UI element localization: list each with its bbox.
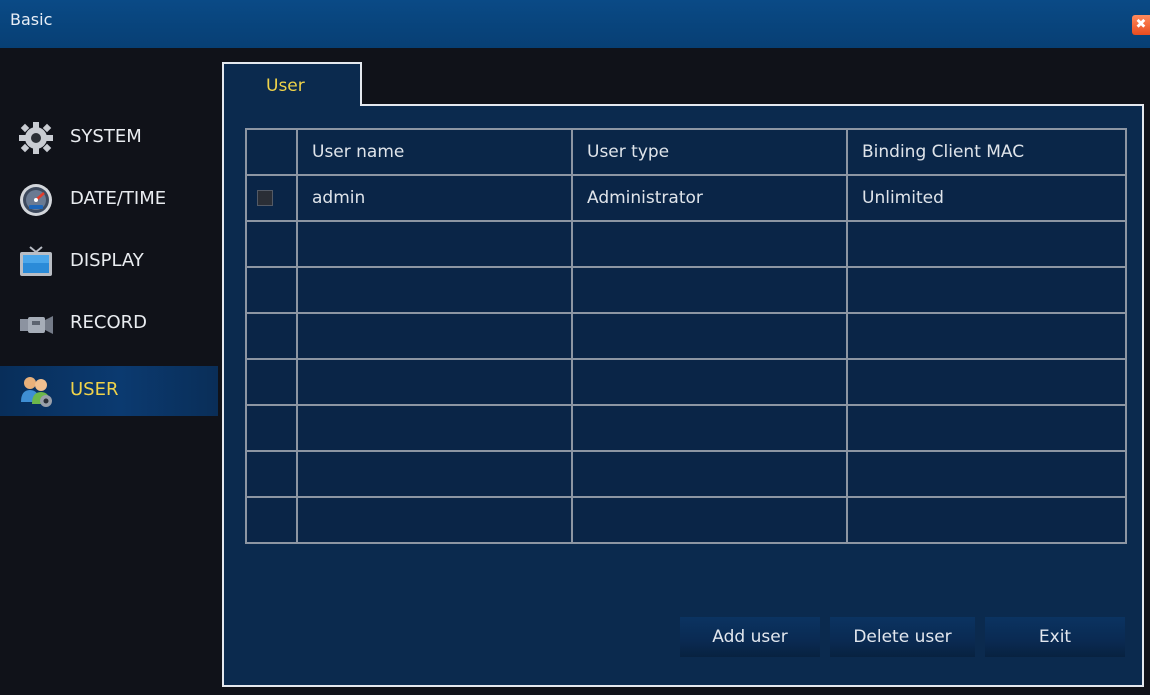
- user-name-cell: [296, 450, 573, 498]
- user-name-cell: [296, 404, 573, 452]
- users-icon: [21, 377, 52, 407]
- binding-mac-cell: [846, 404, 1127, 452]
- binding-mac-cell: [846, 496, 1127, 544]
- user-name-cell: [296, 312, 573, 360]
- exit-button[interactable]: Exit: [985, 617, 1125, 657]
- table-row[interactable]: [245, 450, 1127, 498]
- table-header-row: User name User type Binding Client MAC: [245, 128, 1127, 176]
- binding-mac-cell: Unlimited: [846, 174, 1127, 222]
- user-table: User name User type Binding Client MAC a…: [245, 128, 1127, 544]
- user-type-cell: [571, 358, 848, 406]
- row-select-cell: [245, 266, 298, 314]
- sidebar-item-label: SYSTEM: [70, 126, 142, 147]
- close-icon: ✖: [1135, 17, 1147, 32]
- user-name-cell: [296, 496, 573, 544]
- row-select-cell: [245, 358, 298, 406]
- row-select-cell: [245, 220, 298, 268]
- sidebar: SYSTEM DATE/TIME DISPLAY RECORD USER: [0, 48, 222, 695]
- user-name-cell: [296, 358, 573, 406]
- close-button[interactable]: ✖: [1132, 15, 1150, 35]
- gear-icon: [19, 122, 53, 154]
- table-row[interactable]: [245, 404, 1127, 452]
- column-header-user-type[interactable]: User type: [571, 128, 848, 176]
- table-row[interactable]: [245, 358, 1127, 406]
- user-type-cell: Administrator: [571, 174, 848, 222]
- row-select-cell: [245, 312, 298, 360]
- binding-mac-cell: [846, 358, 1127, 406]
- user-name-cell: [296, 220, 573, 268]
- sidebar-item-label: RECORD: [70, 312, 147, 333]
- binding-mac-cell: [846, 266, 1127, 314]
- user-type-cell: [571, 450, 848, 498]
- table-row[interactable]: admin Administrator Unlimited: [245, 174, 1127, 222]
- column-header-binding-mac[interactable]: Binding Client MAC: [846, 128, 1127, 176]
- sidebar-item-record[interactable]: RECORD: [0, 299, 218, 349]
- row-select-cell: [245, 174, 298, 222]
- window-title: Basic: [10, 10, 53, 29]
- delete-user-button[interactable]: Delete user: [830, 617, 975, 657]
- binding-mac-cell: [846, 450, 1127, 498]
- basic-settings-window: Basic ✖ SYSTEM DATE/TIME DISPLAY RECORD …: [0, 0, 1150, 695]
- user-type-cell: [571, 312, 848, 360]
- tab-user[interactable]: User: [222, 62, 362, 106]
- column-header-user-name[interactable]: User name: [296, 128, 573, 176]
- sidebar-item-label: DATE/TIME: [70, 188, 167, 209]
- tv-icon: [20, 246, 52, 276]
- clock-icon: [20, 184, 52, 216]
- add-user-button[interactable]: Add user: [680, 617, 820, 657]
- binding-mac-cell: [846, 220, 1127, 268]
- table-row[interactable]: [245, 220, 1127, 268]
- user-type-cell: [571, 496, 848, 544]
- table-row[interactable]: [245, 496, 1127, 544]
- tab-label: User: [266, 76, 305, 96]
- user-type-cell: [571, 220, 848, 268]
- sidebar-item-system[interactable]: SYSTEM: [0, 113, 218, 163]
- row-select-cell: [245, 496, 298, 544]
- title-bar: Basic ✖: [0, 0, 1150, 48]
- row-select-cell: [245, 450, 298, 498]
- binding-mac-cell: [846, 312, 1127, 360]
- sidebar-item-user[interactable]: USER: [0, 366, 218, 416]
- column-header-select: [245, 128, 298, 176]
- user-name-cell: [296, 266, 573, 314]
- row-checkbox[interactable]: [257, 190, 273, 206]
- sidebar-item-display[interactable]: DISPLAY: [0, 237, 218, 287]
- sidebar-item-label: USER: [70, 379, 119, 400]
- table-row[interactable]: [245, 312, 1127, 360]
- camera-icon: [20, 316, 53, 334]
- user-type-cell: [571, 404, 848, 452]
- table-row[interactable]: [245, 266, 1127, 314]
- row-select-cell: [245, 404, 298, 452]
- user-type-cell: [571, 266, 848, 314]
- sidebar-item-label: DISPLAY: [70, 250, 144, 271]
- sidebar-item-datetime[interactable]: DATE/TIME: [0, 175, 218, 225]
- user-name-cell: admin: [296, 174, 573, 222]
